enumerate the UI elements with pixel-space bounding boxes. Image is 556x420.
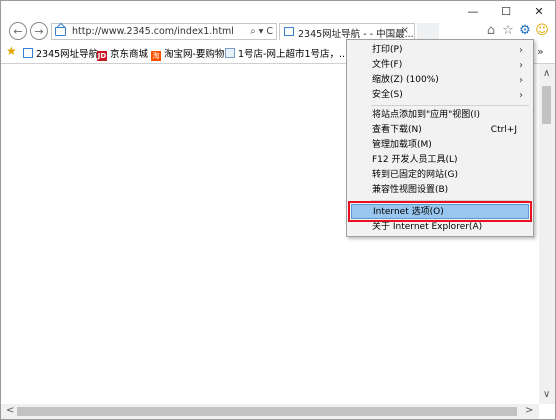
favorite-2345[interactable]: 2345网址导航 xyxy=(23,46,98,60)
menu-item-manage-addons[interactable]: 管理加载项(M) xyxy=(351,138,529,153)
vertical-scrollbar[interactable]: ∧ ∨ xyxy=(539,64,555,404)
menu-item-file[interactable]: 文件(F) › xyxy=(351,58,529,73)
menu-item-compat-view[interactable]: 兼容性视图设置(B) xyxy=(351,183,529,198)
tools-menu: 打印(P) › 文件(F) › 缩放(Z) (100%) › 安全(S) › 将… xyxy=(346,39,534,237)
favorite-taobao[interactable]: 淘淘宝网-要购物 xyxy=(151,46,224,61)
scroll-right-icon[interactable]: > xyxy=(525,405,533,416)
address-url[interactable]: http://www.2345.com/index1.html xyxy=(72,26,234,37)
chevron-right-icon: › xyxy=(519,60,523,71)
forward-button[interactable]: → xyxy=(30,22,48,40)
menu-separator xyxy=(371,200,529,201)
ie-page-icon xyxy=(225,48,235,58)
horizontal-scroll-thumb[interactable] xyxy=(17,407,517,416)
tab-site-icon xyxy=(284,27,294,36)
menu-item-safety[interactable]: 安全(S) › xyxy=(351,88,529,103)
jd-logo-icon: JD xyxy=(97,51,107,61)
favorite-yhd[interactable]: 1号店-网上超市1号店，... xyxy=(225,46,348,60)
maximize-button[interactable]: ☐ xyxy=(494,4,518,20)
browser-window: — ☐ ✕ ← → http://www.2345.com/index1.htm… xyxy=(0,0,556,420)
chevron-right-icon: › xyxy=(519,90,523,101)
favorites-star-icon[interactable]: ☆ xyxy=(500,23,516,39)
vertical-scroll-thumb[interactable] xyxy=(542,86,551,124)
tab-title: 2345网址导航 - - 中国最... xyxy=(298,29,414,40)
favorites-star-icon[interactable]: ★ xyxy=(6,44,17,58)
home-icon[interactable]: ⌂ xyxy=(483,23,499,39)
menu-separator xyxy=(371,105,529,106)
scroll-down-icon[interactable]: ∨ xyxy=(543,389,550,400)
chevron-right-icon: › xyxy=(519,75,523,86)
favorite-jd[interactable]: JD 京东商城 xyxy=(97,46,148,61)
chevron-right-icon: › xyxy=(519,45,523,56)
taobao-logo-icon: 淘 xyxy=(151,51,161,61)
menu-item-pinned-sites[interactable]: 转到已固定的网站(G) xyxy=(351,168,529,183)
menu-item-f12-devtools[interactable]: F12 开发人员工具(L) xyxy=(351,153,529,168)
back-button[interactable]: ← xyxy=(9,22,27,40)
scroll-up-icon[interactable]: ∧ xyxy=(543,68,550,79)
menu-item-view-downloads[interactable]: 查看下载(N) Ctrl+J xyxy=(351,123,529,138)
close-button[interactable]: ✕ xyxy=(527,4,551,20)
menu-item-add-site-to-apps[interactable]: 将站点添加到"应用"视图(I) xyxy=(351,108,529,123)
address-bar[interactable]: http://www.2345.com/index1.html ⌕ ▾ C xyxy=(51,23,277,40)
minimize-button[interactable]: — xyxy=(461,4,485,20)
search-refresh-icons[interactable]: ⌕ ▾ C xyxy=(250,26,273,37)
favorites-more-icon[interactable]: » xyxy=(537,45,544,58)
site-home-icon xyxy=(55,27,66,36)
tab-2345[interactable]: 2345网址导航 - - 中国最... × xyxy=(279,23,415,40)
menu-item-print[interactable]: 打印(P) › xyxy=(351,43,529,58)
title-bar: — ☐ ✕ ← → http://www.2345.com/index1.htm… xyxy=(1,1,555,43)
menu-item-internet-options[interactable]: Internet 选项(O) xyxy=(348,201,532,222)
menu-item-about-ie[interactable]: 关于 Internet Explorer(A) xyxy=(351,220,529,235)
menu-item-zoom[interactable]: 缩放(Z) (100%) › xyxy=(351,73,529,88)
horizontal-scrollbar[interactable]: < > xyxy=(1,404,539,419)
smiley-feedback-icon[interactable]: ☺ xyxy=(534,23,550,39)
back-arrow-icon: ← xyxy=(13,25,23,38)
new-tab-button[interactable] xyxy=(417,23,439,40)
shortcut-label: Ctrl+J xyxy=(490,125,517,135)
tab-close-icon[interactable]: × xyxy=(401,25,409,36)
forward-arrow-icon: → xyxy=(34,25,44,38)
scroll-left-icon[interactable]: < xyxy=(6,405,14,416)
home-site-icon xyxy=(23,48,33,58)
gear-icon[interactable]: ⚙ xyxy=(517,23,533,39)
